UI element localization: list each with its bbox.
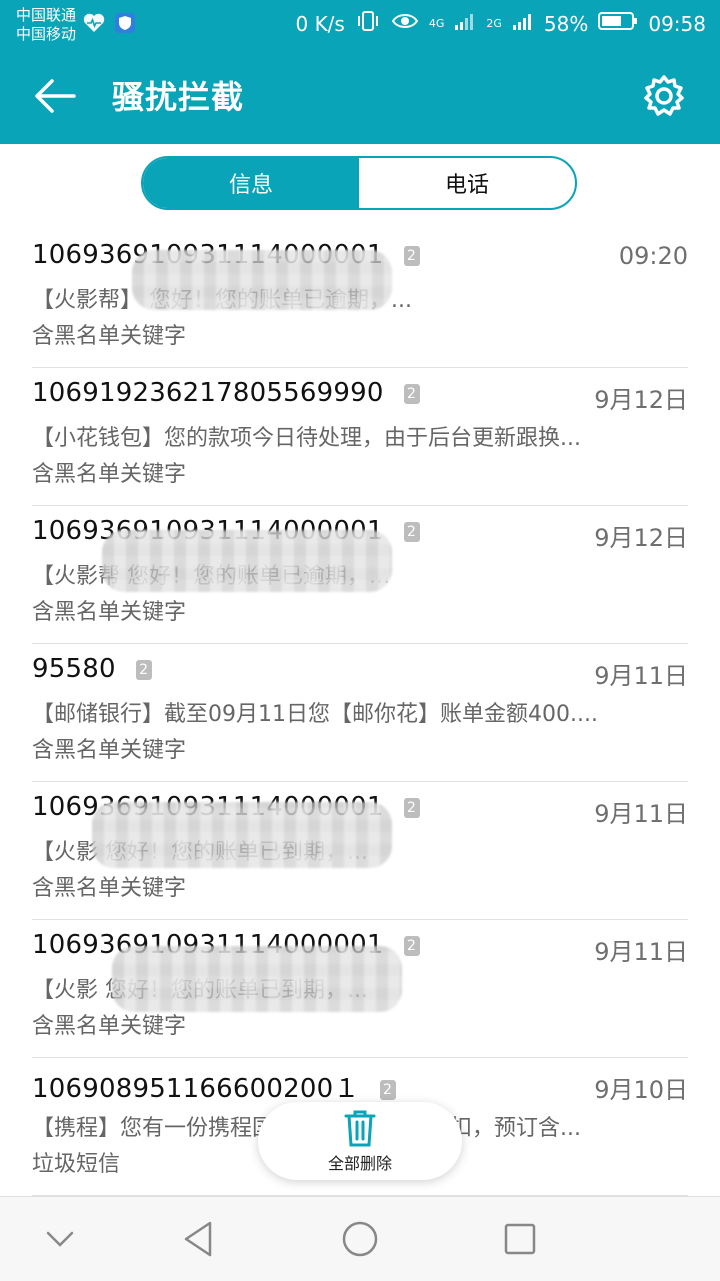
- message-call-tabs: 信息 电话: [141, 156, 577, 210]
- sim-badge: 2: [403, 521, 420, 542]
- delete-all-button[interactable]: 全部删除: [258, 1102, 462, 1180]
- network-speed: 0 K/s: [295, 11, 345, 36]
- sim-badge: 2: [135, 659, 152, 680]
- sender-number: 106919236217805569990: [32, 378, 384, 408]
- message-time: 9月11日: [594, 662, 688, 690]
- nav-home-button[interactable]: [338, 1217, 382, 1261]
- sender-number: 95580: [32, 654, 116, 684]
- block-reason: 含黑名单关键字: [32, 324, 187, 349]
- list-item[interactable]: 1069369109311140000012 9月11日 【火影 您好！您的账单…: [32, 920, 688, 1058]
- status-bar: 中国联通 中国移动 0 K/s 4G 2G 58% 09:58: [0, 0, 720, 48]
- home-circle-icon: [342, 1221, 378, 1257]
- recents-square-icon: [504, 1223, 536, 1255]
- redaction-blur: [92, 802, 392, 868]
- hide-nav-button[interactable]: [38, 1217, 82, 1261]
- message-preview: 【小花钱包】您的款项今日待处理，由于后台更新跟换...: [32, 426, 581, 451]
- sim-badge: 2: [403, 245, 420, 266]
- list-item[interactable]: 1069369109311140000012 9月12日 【火影帮 您好！您的账…: [32, 506, 688, 644]
- heart-monitor-icon: [82, 12, 106, 38]
- carrier-1: 中国联通: [16, 6, 77, 24]
- chevron-down-icon: [46, 1231, 74, 1247]
- signal-icon-2: [512, 11, 534, 36]
- battery-percent: 58%: [543, 11, 589, 36]
- block-reason: 含黑名单关键字: [32, 876, 187, 901]
- battery-icon: [598, 11, 638, 36]
- message-time: 9月12日: [594, 524, 688, 552]
- carrier-names: 中国联通 中国移动: [16, 6, 76, 44]
- vibrate-icon: [355, 10, 381, 37]
- block-reason: 含黑名单关键字: [32, 738, 187, 763]
- eye-icon: [391, 11, 419, 36]
- block-reason: 含黑名单关键字: [32, 1014, 187, 1039]
- gear-icon: [644, 75, 684, 116]
- blocked-message-list: 1069369109311140000012 09:20 【火影帮】 您好！您的…: [0, 230, 720, 1196]
- redaction-blur: [132, 250, 392, 310]
- sim-badge: 2: [379, 1079, 396, 1100]
- network-type-2: 2G: [486, 17, 502, 30]
- app-bar: 骚扰拦截: [0, 48, 720, 144]
- message-time: 9月11日: [594, 800, 688, 828]
- signal-icon: [454, 11, 476, 36]
- tab-messages[interactable]: 信息: [143, 158, 359, 208]
- redaction-blur: [102, 530, 392, 592]
- shield-icon: [114, 12, 136, 38]
- message-time: 09:20: [618, 242, 688, 270]
- sim-badge: 2: [403, 797, 420, 818]
- settings-button[interactable]: [642, 74, 686, 118]
- message-preview: 【邮储银行】截至09月11日您【邮你花】账单金额400....: [32, 702, 598, 727]
- sender-number: 106908951166600200１: [32, 1074, 360, 1104]
- sim-badge: 2: [403, 935, 420, 956]
- list-item[interactable]: 95580 2 9月11日 【邮储银行】截至09月11日您【邮你花】账单金额400…: [32, 644, 688, 782]
- back-button[interactable]: [34, 78, 76, 114]
- message-time: 9月12日: [594, 386, 688, 414]
- carrier-2: 中国移动: [16, 25, 77, 43]
- sim-badge: 2: [403, 383, 420, 404]
- list-item[interactable]: 1069369109311140000012 09:20 【火影帮】 您好！您的…: [32, 230, 688, 368]
- list-item[interactable]: 1069369109311140000012 9月11日 【火影 您好！您的账单…: [32, 782, 688, 920]
- system-navigation-bar: [0, 1196, 720, 1281]
- nav-back-button[interactable]: [178, 1217, 222, 1261]
- message-time: 9月10日: [594, 1076, 688, 1104]
- block-reason: 垃圾短信: [32, 1152, 121, 1177]
- block-reason: 含黑名单关键字: [32, 600, 187, 625]
- back-triangle-icon: [184, 1221, 212, 1257]
- clock: 09:58: [648, 11, 706, 36]
- trash-icon: [344, 1110, 376, 1147]
- tab-calls[interactable]: 电话: [359, 158, 575, 208]
- list-item[interactable]: 106919236217805569990 2 9月12日 【小花钱包】您的款项今…: [32, 368, 688, 506]
- block-reason: 含黑名单关键字: [32, 462, 187, 487]
- network-type-1: 4G: [428, 17, 445, 30]
- nav-recents-button[interactable]: [498, 1217, 542, 1261]
- redaction-blur: [112, 946, 402, 1012]
- message-time: 9月11日: [594, 938, 688, 966]
- page-title: 骚扰拦截: [112, 78, 245, 116]
- arrow-left-icon: [35, 79, 76, 113]
- delete-all-label: 全部删除: [327, 1154, 392, 1173]
